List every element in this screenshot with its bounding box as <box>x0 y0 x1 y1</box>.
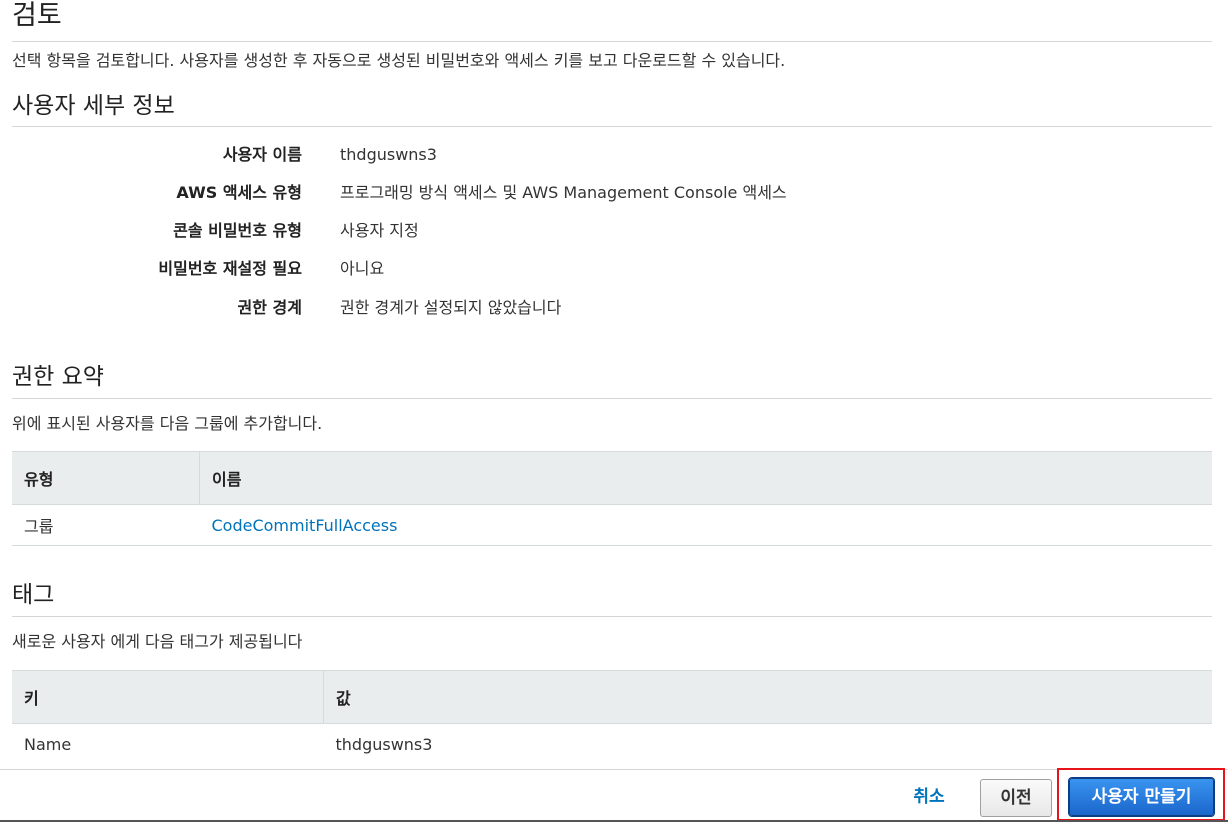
permissions-description: 위에 표시된 사용자를 다음 그룹에 추가합니다. <box>12 414 323 433</box>
tags-description: 새로운 사용자 에게 다음 태그가 제공됩니다 <box>12 632 303 651</box>
review-description: 선택 항목을 검토합니다. 사용자를 생성한 후 자동으로 생성된 비밀번호와 … <box>12 51 786 70</box>
column-header-key: 키 <box>12 670 324 724</box>
console-password-type-value: 사용자 지정 <box>340 221 419 240</box>
permission-boundary-label: 권한 경계 <box>237 298 302 317</box>
username-value: thdguswns3 <box>340 145 437 164</box>
tag-key-cell: Name <box>24 734 72 754</box>
table-row: 그룹 CodeCommitFullAccess <box>12 504 1212 546</box>
page-title: 검토 <box>12 0 62 31</box>
previous-button[interactable]: 이전 <box>980 779 1052 817</box>
column-header-name: 이름 <box>199 451 1212 505</box>
access-type-label: AWS 액세스 유형 <box>176 183 302 202</box>
password-reset-value: 아니요 <box>340 259 385 278</box>
user-details-heading: 사용자 세부 정보 <box>12 93 175 119</box>
access-type-value: 프로그래밍 방식 액세스 및 AWS Management Console 액세… <box>340 183 787 202</box>
table-row: Name thdguswns3 <box>12 724 1212 765</box>
cancel-button[interactable]: 취소 <box>900 784 958 810</box>
footer-divider <box>0 769 1228 770</box>
divider <box>12 616 1212 617</box>
password-reset-label: 비밀번호 재설정 필요 <box>158 259 302 278</box>
console-password-type-label: 콘솔 비밀번호 유형 <box>173 221 302 240</box>
tags-table: 키 값 Name thdguswns3 <box>12 670 1212 764</box>
permission-boundary-value: 권한 경계가 설정되지 않았습니다 <box>340 298 562 317</box>
tag-value-cell: thdguswns3 <box>335 734 433 754</box>
divider <box>12 398 1212 399</box>
username-label: 사용자 이름 <box>222 145 302 164</box>
column-header-type: 유형 <box>12 451 200 505</box>
create-user-button[interactable]: 사용자 만들기 <box>1069 778 1214 816</box>
permissions-summary-heading: 권한 요약 <box>12 364 104 390</box>
permission-type-cell: 그룹 <box>12 504 200 546</box>
divider <box>12 126 1212 127</box>
group-link[interactable]: CodeCommitFullAccess <box>212 516 398 535</box>
divider <box>12 41 1212 42</box>
tags-heading: 태그 <box>12 582 55 608</box>
column-header-value: 값 <box>323 670 1212 724</box>
permissions-table: 유형 이름 그룹 CodeCommitFullAccess <box>12 451 1212 546</box>
